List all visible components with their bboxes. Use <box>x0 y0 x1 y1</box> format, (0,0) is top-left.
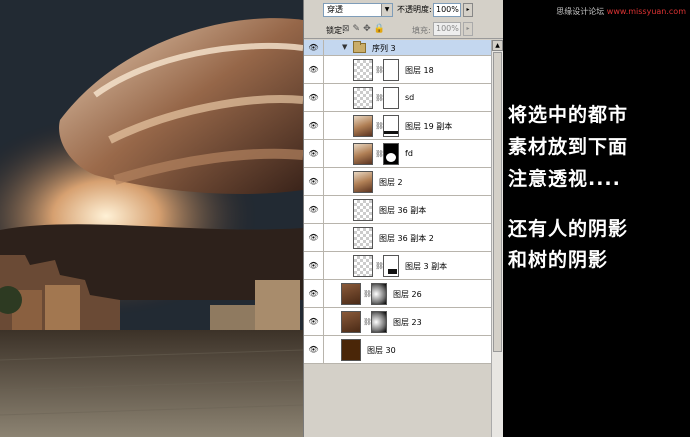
caption-line: 注意透视.... <box>508 168 621 190</box>
layer-thumbnail[interactable] <box>353 199 373 221</box>
eye-icon[interactable]: 👁 <box>304 252 324 279</box>
layer-row[interactable]: 👁 图层 30 <box>304 336 506 364</box>
layer-name: 图层 19 副本 <box>405 122 453 131</box>
layer-mask-thumbnail[interactable] <box>383 115 399 137</box>
layer-thumbnail[interactable] <box>353 115 373 137</box>
layer-thumbnail[interactable] <box>353 87 373 109</box>
layer-row[interactable]: 👁 ⛓ 图层 19 副本 <box>304 112 506 140</box>
chevron-down-icon[interactable]: ▼ <box>342 43 347 51</box>
layer-thumbnail[interactable] <box>341 283 361 305</box>
eye-icon[interactable]: 👁 <box>304 196 324 223</box>
layer-row[interactable]: 👁 ⛓ 图层 18 <box>304 56 506 84</box>
layer-thumbnail[interactable] <box>353 255 373 277</box>
layer-mask-thumbnail[interactable] <box>383 143 399 165</box>
caption-line: 还有人的阴影 <box>508 218 629 240</box>
fill-label: 填充: <box>412 26 431 35</box>
layer-mask-thumbnail[interactable] <box>383 255 399 277</box>
layer-name: 图层 26 <box>393 290 422 299</box>
chevron-down-icon[interactable]: ▼ <box>381 4 392 16</box>
eye-icon[interactable]: 👁 <box>304 308 324 335</box>
layer-thumbnail[interactable] <box>353 227 373 249</box>
eye-icon[interactable]: 👁 <box>304 280 324 307</box>
layer-row[interactable]: 👁 ⛓ 图层 23 <box>304 308 506 336</box>
layer-row[interactable]: 👁 ⛓ fd <box>304 140 506 168</box>
caption-line: 和树的阴影 <box>508 249 609 271</box>
layers-panel: 穿透 ▼ 不透明度: 100% ▸ 锁定: ⊠✎✥🔒 填充: 100% ▸ 👁 … <box>303 0 506 437</box>
scroll-up-button[interactable]: ▲ <box>492 40 503 51</box>
layer-row[interactable]: 👁 ⛓ 图层 26 <box>304 280 506 308</box>
watermark-site-name: 思缘设计论坛 <box>556 7 605 16</box>
blend-mode-select[interactable]: 穿透 ▼ <box>323 3 393 17</box>
layer-name: sd <box>405 93 415 102</box>
layer-thumbnail[interactable] <box>353 143 373 165</box>
layer-thumbnail[interactable] <box>353 59 373 81</box>
group-name: 序列 3 <box>372 44 396 53</box>
caption-line: 素材放到下面 <box>508 136 629 158</box>
fill-input[interactable]: 100% <box>433 22 461 36</box>
scroll-thumb[interactable] <box>493 52 502 352</box>
fill-slider-button[interactable]: ▸ <box>463 22 473 36</box>
caption-line: 将选中的都市 <box>508 104 629 126</box>
layer-name: 图层 30 <box>367 346 396 355</box>
opacity-input[interactable]: 100% <box>433 3 461 17</box>
lock-options: 锁定: ⊠✎✥🔒 填充: 100% ▸ <box>304 20 506 39</box>
watermark-url: www.missyuan.com <box>606 7 686 16</box>
storm-city-illustration <box>0 0 303 437</box>
eye-icon[interactable]: 👁 <box>304 56 324 83</box>
layer-name: 图层 3 副本 <box>405 262 448 271</box>
eye-icon[interactable]: 👁 <box>304 336 324 363</box>
layers-panel-options: 穿透 ▼ 不透明度: 100% ▸ <box>304 0 506 20</box>
layer-name: 图层 23 <box>393 318 422 327</box>
watermark: 思缘设计论坛 www.missyuan.com <box>556 6 686 17</box>
eye-icon[interactable]: 👁 <box>304 84 324 111</box>
eye-icon[interactable]: 👁 <box>304 140 324 167</box>
folder-icon <box>353 41 366 53</box>
layer-row[interactable]: 👁 图层 36 副本 <box>304 196 506 224</box>
blend-mode-value: 穿透 <box>327 5 343 14</box>
layer-row[interactable]: 👁 ⛓ sd <box>304 84 506 112</box>
eye-icon[interactable]: 👁 <box>304 224 324 251</box>
layer-thumbnail[interactable] <box>353 171 373 193</box>
layer-mask-thumbnail[interactable] <box>383 59 399 81</box>
eye-icon[interactable]: 👁 <box>304 112 324 139</box>
lock-icons[interactable]: ⊠✎✥🔒 <box>342 24 388 34</box>
layer-name: 图层 36 副本 2 <box>379 234 434 243</box>
layer-group-row[interactable]: 👁 ▼ 序列 3 <box>304 40 506 56</box>
eye-icon[interactable]: 👁 <box>304 168 324 195</box>
layer-name: fd <box>405 149 413 158</box>
layer-mask-thumbnail[interactable] <box>371 311 387 333</box>
caption-area: 思缘设计论坛 www.missyuan.com 将选中的都市 素材放到下面 注意… <box>503 0 690 437</box>
opacity-label: 不透明度: <box>397 5 432 14</box>
canvas-photo <box>0 0 303 437</box>
layer-row[interactable]: 👁 图层 36 副本 2 <box>304 224 506 252</box>
layer-name: 图层 36 副本 <box>379 206 427 215</box>
layers-scrollbar[interactable]: ▲ <box>491 40 503 437</box>
opacity-slider-button[interactable]: ▸ <box>463 3 473 17</box>
layer-thumbnail[interactable] <box>341 339 361 361</box>
layer-row[interactable]: 👁 图层 2 <box>304 168 506 196</box>
layer-name: 图层 2 <box>379 178 403 187</box>
layer-list: 👁 ▼ 序列 3 👁 ⛓ 图层 18 👁 ⛓ sd 👁 ⛓ 图层 19 副本 👁 ⛓ fd 👁 图层 2 👁… <box>304 40 506 364</box>
layer-name: 图层 18 <box>405 66 434 75</box>
layer-row[interactable]: 👁 ⛓ 图层 3 副本 <box>304 252 506 280</box>
eye-icon[interactable]: 👁 <box>304 40 324 55</box>
layer-thumbnail[interactable] <box>341 311 361 333</box>
layer-mask-thumbnail[interactable] <box>371 283 387 305</box>
layer-mask-thumbnail[interactable] <box>383 87 399 109</box>
